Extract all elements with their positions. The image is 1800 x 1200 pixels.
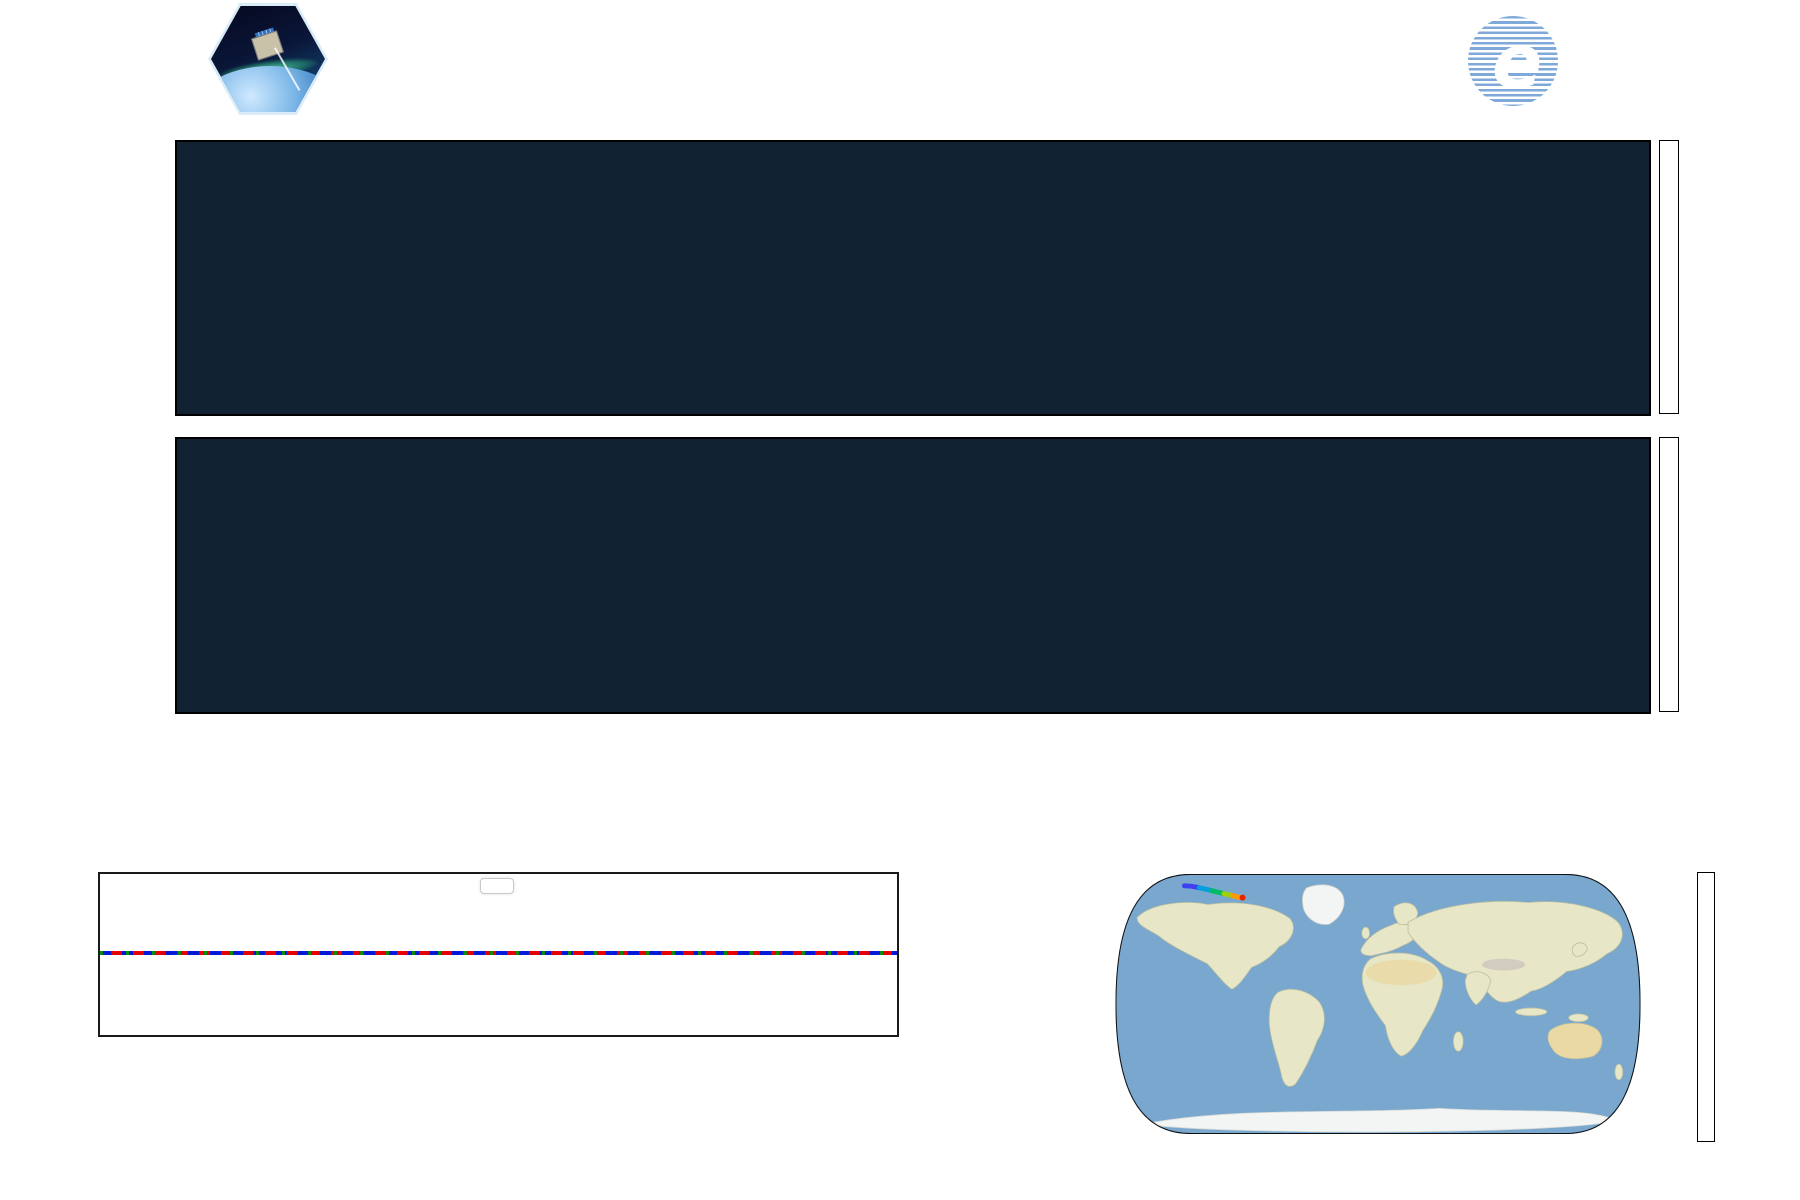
colorbar-dipole-a	[1659, 140, 1679, 414]
map-newzealand	[1614, 1063, 1624, 1081]
esa-globe-icon: e	[1468, 16, 1558, 106]
track-end-dot	[1239, 894, 1246, 901]
world-map-svg	[1115, 873, 1641, 1135]
cassiope-mission-logo	[208, 3, 328, 115]
esa-globe-e: e	[1492, 19, 1543, 105]
colorbar-altitude-gradient	[1698, 873, 1714, 1141]
colorbar-dipole-a-gradient	[1660, 141, 1678, 413]
map-newguinea	[1568, 1013, 1589, 1023]
spectrogram-panel-b	[175, 437, 1651, 714]
attitude-zero-line	[100, 951, 897, 955]
map-himalaya	[1481, 958, 1526, 971]
colorbar-altitude	[1697, 872, 1715, 1142]
quicklook-figure: e	[0, 0, 1800, 1200]
spectrogram-a-image	[177, 142, 1649, 414]
cassiope-hex-badge	[211, 6, 325, 112]
map-indonesia	[1515, 1007, 1548, 1017]
spectrogram-b-image	[177, 439, 1649, 712]
angle-plot-frame	[98, 872, 899, 1037]
esa-logo: e	[1468, 14, 1708, 108]
map-sahara	[1365, 959, 1437, 986]
angle-plot-legend	[480, 878, 514, 894]
map-australia	[1547, 1022, 1603, 1060]
spectrogram-panel-a	[175, 140, 1651, 416]
map-madagascar	[1452, 1031, 1464, 1052]
colorbar-dipole-b-gradient	[1660, 438, 1678, 711]
map-uk	[1361, 926, 1371, 940]
ground-track-map	[1112, 872, 1644, 1136]
colorbar-dipole-b	[1659, 437, 1679, 712]
